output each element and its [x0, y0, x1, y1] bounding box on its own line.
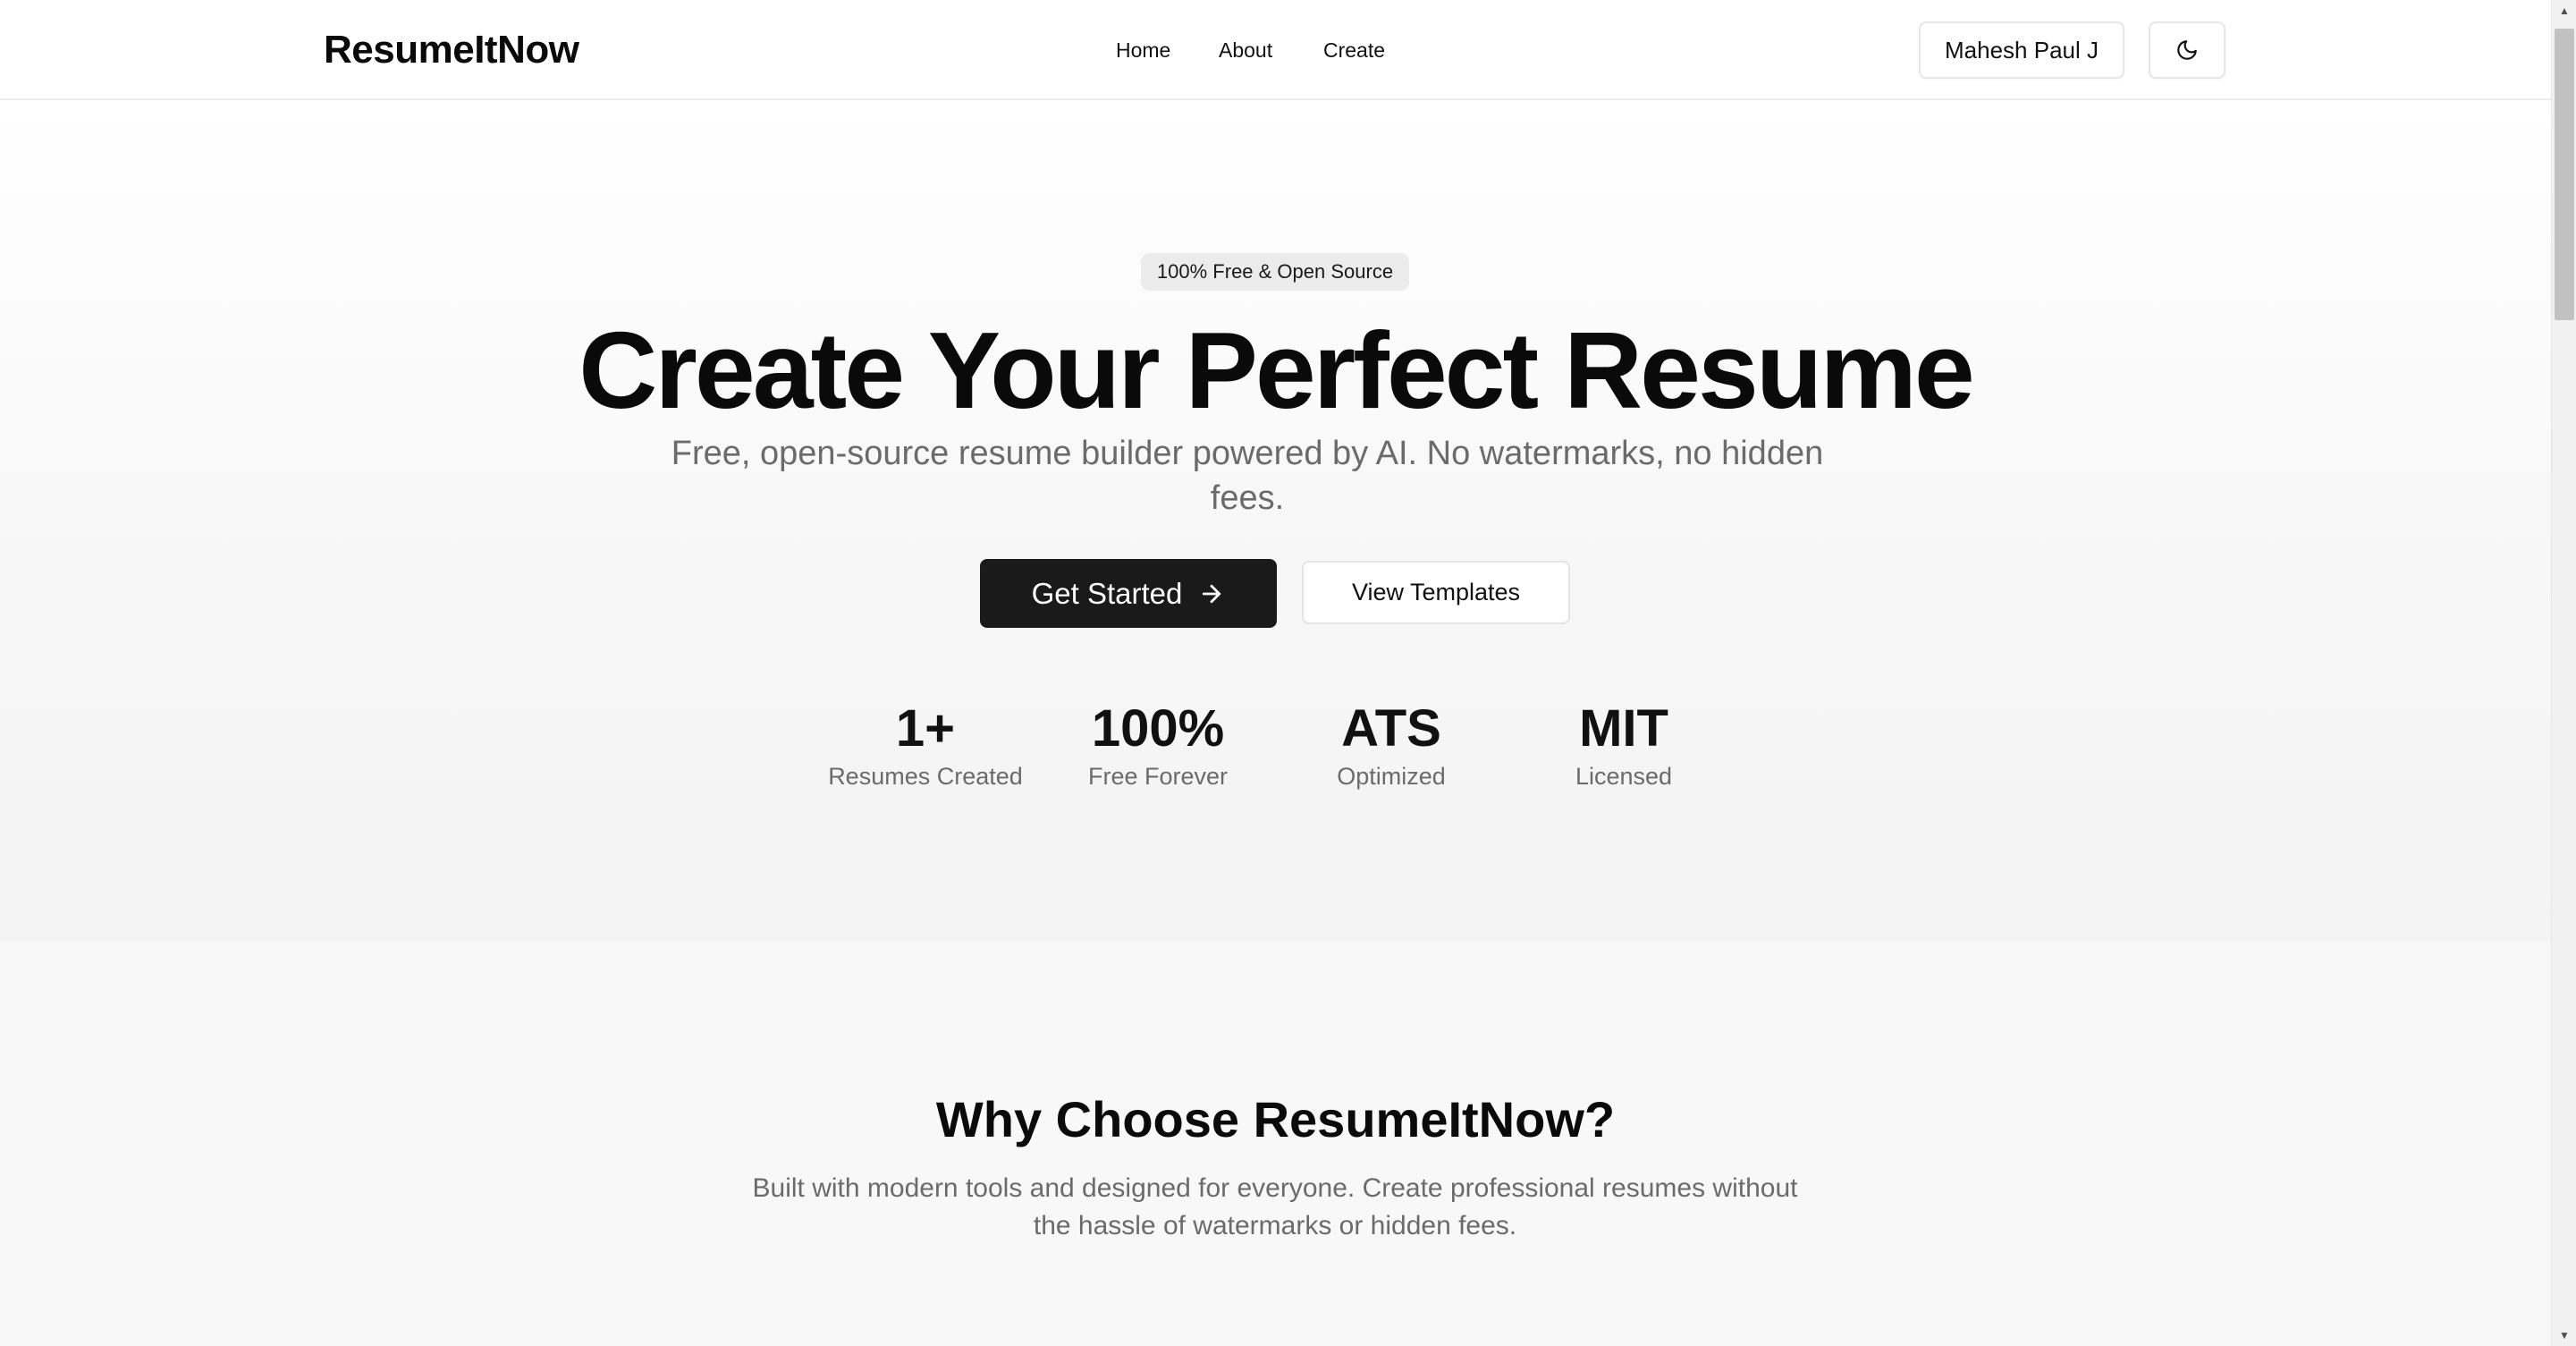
get-started-button[interactable]: Get Started [980, 559, 1277, 628]
open-source-badge: 100% Free & Open Source [1141, 253, 1409, 291]
stat-label: Resumes Created [828, 763, 1023, 790]
features-section: Why Choose ResumeItNow? Built with moder… [0, 941, 2551, 1346]
stat-label: Optimized [1337, 763, 1446, 790]
features-title: Why Choose ResumeItNow? [935, 1091, 1616, 1147]
hero-title: Create Your Perfect Resume [579, 309, 1974, 431]
nav-create-link[interactable]: Create [1323, 34, 1385, 66]
stat-label: Free Forever [1087, 763, 1229, 790]
features-subtitle: Built with modern tools and designed for… [752, 1173, 1798, 1240]
stat-mit-licensed: MIT Licensed [1508, 698, 1740, 792]
scrollbar-thumb[interactable] [2555, 29, 2574, 320]
stat-value: ATS [1341, 699, 1441, 758]
user-menu-button[interactable]: Mahesh Paul J [1919, 21, 2124, 79]
hero-subtitle: Free, open-source resume builder powered… [671, 435, 1824, 517]
view-templates-button[interactable]: View Templates [1302, 561, 1570, 624]
stat-value: 100% [1091, 699, 1225, 758]
theme-toggle-button[interactable] [2149, 21, 2225, 79]
moon-icon [2177, 40, 2197, 60]
scroll-up-arrow-icon[interactable]: ▲ [2552, 2, 2576, 20]
vertical-scrollbar[interactable]: ▲ ▼ [2551, 0, 2576, 1346]
scroll-down-arrow-icon[interactable]: ▼ [2552, 1326, 2576, 1344]
hero-section: 100% Free & Open Source Create Your Perf… [0, 100, 2551, 941]
stat-ats-optimized: ATS Optimized [1275, 698, 1508, 792]
page: ResumeItNow Home About Create Mahesh Pau… [0, 0, 2551, 1346]
stat-value: 1+ [895, 699, 956, 758]
stat-free-forever: 100% Free Forever [1042, 698, 1274, 792]
nav-about-link[interactable]: About [1219, 34, 1272, 66]
stat-resumes-created: 1+ Resumes Created [809, 698, 1042, 792]
arrow-right-icon [1203, 584, 1221, 603]
get-started-label: Get Started [1031, 576, 1183, 610]
stat-value: MIT [1579, 699, 1668, 758]
top-navbar: ResumeItNow Home About Create Mahesh Pau… [0, 0, 2551, 100]
stat-label: Licensed [1575, 763, 1673, 790]
nav-home-link[interactable]: Home [1116, 34, 1170, 66]
